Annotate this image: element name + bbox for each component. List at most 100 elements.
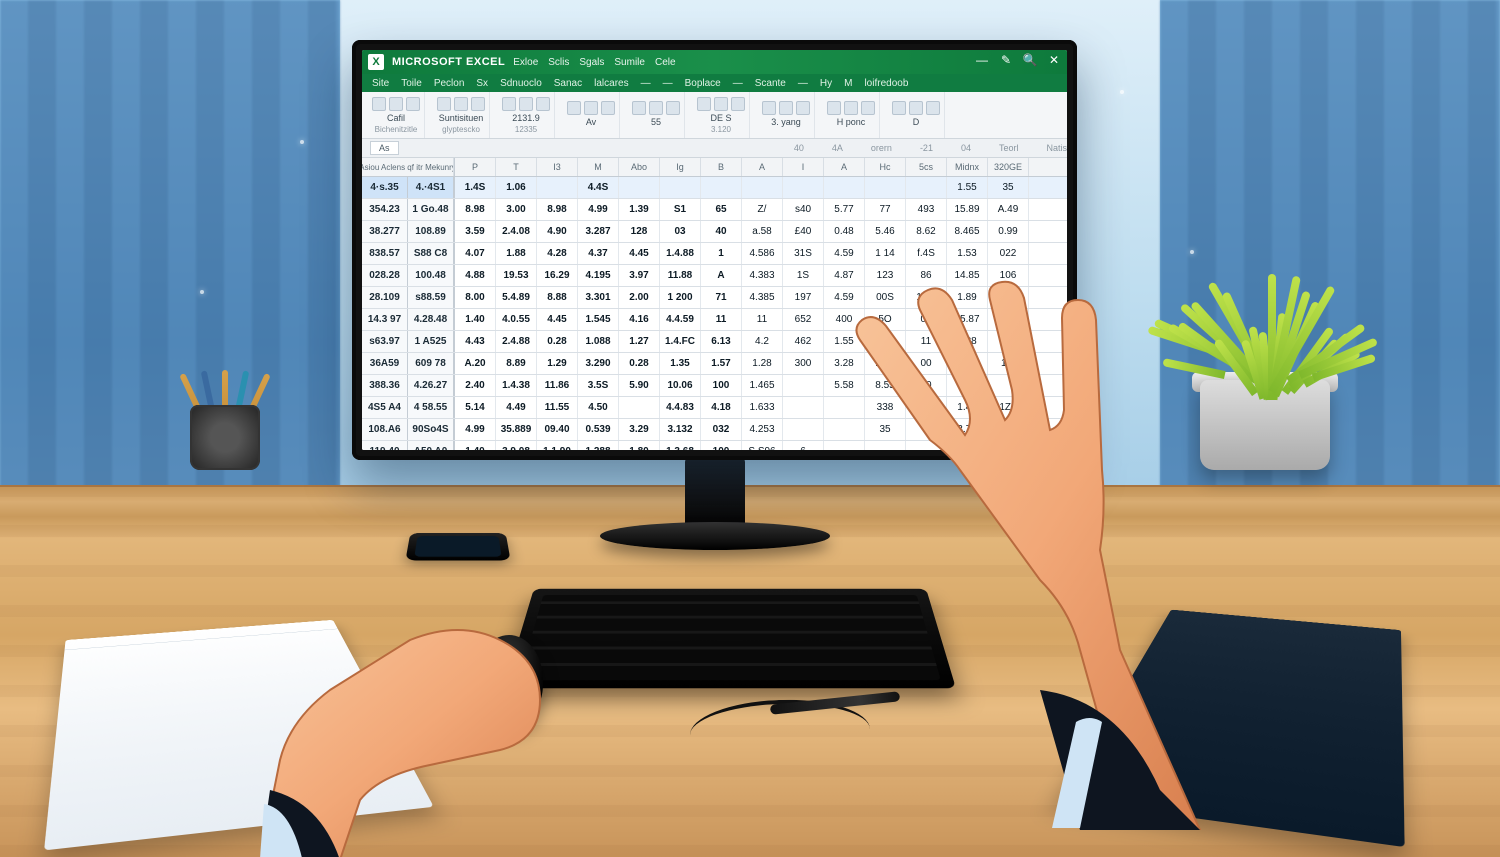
column-header[interactable]: A: [824, 158, 865, 176]
table-row[interactable]: 838.57S88 C84.071.884.284.374.451.4.8814…: [362, 243, 1067, 265]
cell[interactable]: [988, 375, 1029, 396]
ribbon-group[interactable]: 2131.912335: [498, 92, 555, 139]
cell[interactable]: 4.45: [537, 309, 578, 330]
cell[interactable]: 5.46: [865, 221, 906, 242]
cell[interactable]: 4.16: [619, 309, 660, 330]
cell[interactable]: 4.18: [701, 397, 742, 418]
cell[interactable]: 4.45: [619, 243, 660, 264]
cell[interactable]: 80: [906, 375, 947, 396]
row-header[interactable]: 28.109: [362, 287, 408, 308]
cell[interactable]: 300: [783, 353, 824, 374]
cell[interactable]: 14.85: [947, 265, 988, 286]
cell[interactable]: 1.28: [742, 353, 783, 374]
cell[interactable]: 1.40: [455, 309, 496, 330]
cell[interactable]: 1.4S: [455, 177, 496, 198]
cell[interactable]: [906, 397, 947, 418]
cell[interactable]: 1.3.68: [660, 441, 701, 450]
search-icon[interactable]: 🔍: [1023, 53, 1037, 67]
ribbon-icon[interactable]: [389, 97, 403, 111]
cell[interactable]: 1S: [783, 265, 824, 286]
ribbon-icon[interactable]: [762, 101, 776, 115]
cell[interactable]: [537, 177, 578, 198]
row-header[interactable]: 1 A525: [408, 331, 454, 352]
cell[interactable]: [824, 441, 865, 450]
ribbon-icon[interactable]: [406, 97, 420, 111]
cell[interactable]: 1 14: [865, 243, 906, 264]
cell[interactable]: 106: [988, 265, 1029, 286]
column-header[interactable]: Abo: [619, 158, 660, 176]
cell[interactable]: 4.37: [578, 243, 619, 264]
cell[interactable]: 8.00: [455, 287, 496, 308]
cell[interactable]: 5.90: [619, 375, 660, 396]
cell[interactable]: 4.253: [742, 419, 783, 440]
cell[interactable]: 1.35: [660, 353, 701, 374]
cell[interactable]: 11: [701, 309, 742, 330]
cell[interactable]: 1.06: [496, 177, 537, 198]
cell[interactable]: 35.889: [496, 419, 537, 440]
ribbon-icon[interactable]: [779, 101, 793, 115]
cell[interactable]: 4.07: [455, 243, 496, 264]
cell[interactable]: 2.40: [455, 375, 496, 396]
ribbon-icon[interactable]: [584, 101, 598, 115]
cell[interactable]: 8A: [988, 309, 1029, 330]
cell[interactable]: 338: [865, 397, 906, 418]
cell[interactable]: 1.545: [578, 309, 619, 330]
cell[interactable]: 1.4.38: [496, 375, 537, 396]
cell[interactable]: 8.89: [496, 353, 537, 374]
cell[interactable]: 5O: [865, 309, 906, 330]
cell[interactable]: 1.88: [947, 375, 988, 396]
column-header[interactable]: A: [742, 158, 783, 176]
menu-item[interactable]: Sdnuoclo: [500, 78, 542, 89]
cell[interactable]: 100: [988, 441, 1029, 450]
cell[interactable]: 4.4S: [578, 177, 619, 198]
table-row[interactable]: 38.277108.893.592.4.084.903.2871280340a.…: [362, 221, 1067, 243]
cell[interactable]: 197: [783, 287, 824, 308]
table-row[interactable]: 388.364.26.272.401.4.3811.863.5S5.9010.0…: [362, 375, 1067, 397]
cell[interactable]: 00S: [865, 287, 906, 308]
ribbon-group[interactable]: CafilBichenitzitle: [368, 92, 425, 139]
cell[interactable]: 35: [865, 419, 906, 440]
cell[interactable]: 00: [906, 353, 947, 374]
cell[interactable]: s40: [783, 199, 824, 220]
column-header[interactable]: I: [783, 158, 824, 176]
cell[interactable]: 400: [824, 309, 865, 330]
cell[interactable]: 022: [988, 243, 1029, 264]
row-header[interactable]: S88 C8: [408, 243, 454, 264]
cell[interactable]: 77: [865, 199, 906, 220]
menu-item[interactable]: M: [844, 78, 852, 89]
cell[interactable]: 493: [906, 199, 947, 220]
row-header[interactable]: 609 78: [408, 353, 454, 374]
cell[interactable]: 1.53: [947, 243, 988, 264]
ribbon-icon[interactable]: [372, 97, 386, 111]
row-header[interactable]: 14.3 97: [362, 309, 408, 330]
cell[interactable]: A.49: [988, 199, 1029, 220]
cell[interactable]: 100: [701, 375, 742, 396]
cell[interactable]: 1: [701, 243, 742, 264]
cell[interactable]: 3.290: [578, 353, 619, 374]
cell[interactable]: 2.4.08: [496, 221, 537, 242]
cell[interactable]: 1.55: [947, 177, 988, 198]
ribbon-icon[interactable]: [909, 101, 923, 115]
cell[interactable]: 4.0.55: [496, 309, 537, 330]
cell[interactable]: Z/: [742, 199, 783, 220]
cell[interactable]: 3.9.08: [496, 441, 537, 450]
row-header[interactable]: 354.23: [362, 199, 408, 220]
cell[interactable]: A.20: [455, 353, 496, 374]
cell[interactable]: 1.40: [947, 397, 988, 418]
table-row[interactable]: 4·s.354.·4S11.4S1.064.4S1.5535: [362, 177, 1067, 199]
cell[interactable]: 52: [988, 331, 1029, 352]
menu-item[interactable]: Toile: [401, 78, 422, 89]
cell[interactable]: 3.05: [865, 331, 906, 352]
ribbon-icon[interactable]: [731, 97, 745, 111]
ribbon-group[interactable]: 3. yang: [758, 92, 815, 139]
cell[interactable]: 03: [660, 221, 701, 242]
cell[interactable]: 0.28: [537, 331, 578, 352]
ribbon-icon[interactable]: [796, 101, 810, 115]
cell[interactable]: 16.29: [537, 265, 578, 286]
cell[interactable]: [906, 441, 947, 450]
cell[interactable]: 11.55: [537, 397, 578, 418]
cell[interactable]: [660, 177, 701, 198]
ribbon-icon[interactable]: [567, 101, 581, 115]
cell[interactable]: [742, 177, 783, 198]
cell[interactable]: 3.5S: [578, 375, 619, 396]
